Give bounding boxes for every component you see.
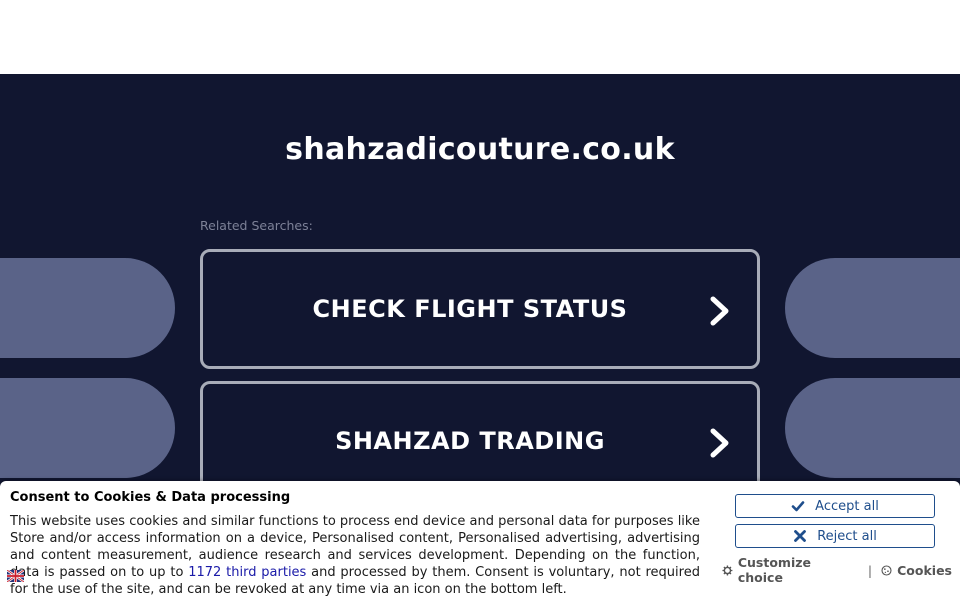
related-search-label: CHECK FLIGHT STATUS: [312, 295, 628, 323]
chevron-right-icon: [710, 296, 729, 326]
links-separator: |: [867, 562, 873, 578]
top-blank-area: [0, 0, 960, 74]
customize-choice-label: Customize choice: [737, 555, 811, 585]
consent-description: This website uses cookies and similar fu…: [10, 513, 700, 598]
decorative-pill-right-1: [785, 258, 960, 358]
cookies-link[interactable]: Cookies: [881, 563, 952, 578]
uk-flag-icon[interactable]: [7, 570, 24, 582]
related-searches-label: Related Searches:: [200, 218, 313, 233]
page-title: shahzadicouture.co.uk: [285, 132, 675, 167]
decorative-pill-right-2: [785, 378, 960, 478]
reject-all-label: Reject all: [817, 528, 877, 544]
consent-title: Consent to Cookies & Data processing: [10, 490, 291, 505]
cookies-label: Cookies: [897, 562, 952, 578]
chevron-right-icon: [710, 428, 729, 458]
customize-choice-link[interactable]: Customize choice: [722, 555, 859, 585]
accept-all-label: Accept all: [815, 498, 879, 514]
reject-all-button[interactable]: Reject all: [735, 524, 935, 548]
accept-all-button[interactable]: Accept all: [735, 494, 935, 518]
x-icon: [794, 530, 807, 542]
decorative-pill-left-2: [0, 378, 175, 478]
check-icon: [791, 501, 805, 512]
third-parties-link[interactable]: 1172 third parties: [188, 565, 306, 580]
gear-icon: [722, 565, 733, 575]
cookie-icon: [881, 564, 892, 576]
cookie-consent-banner: Consent to Cookies & Data processing Thi…: [0, 481, 960, 600]
consent-secondary-links: Customize choice | Cookies: [722, 555, 952, 585]
decorative-pill-left-1: [0, 258, 175, 358]
related-search-button-check-flight-status[interactable]: CHECK FLIGHT STATUS: [200, 249, 760, 369]
